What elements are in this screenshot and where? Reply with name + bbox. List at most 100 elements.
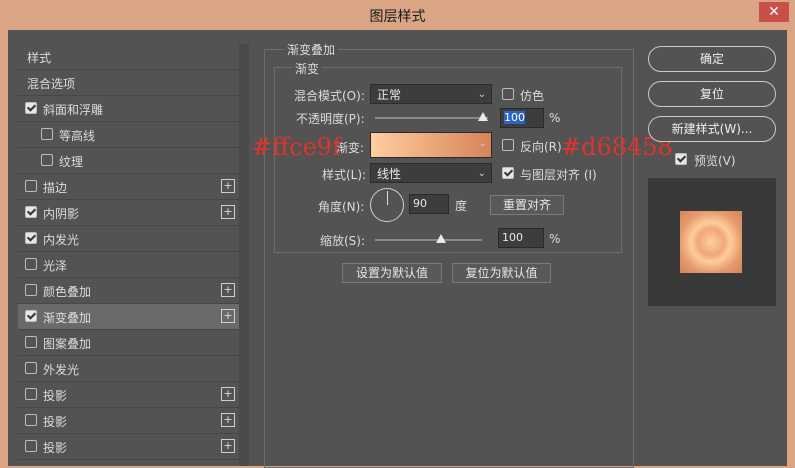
- style-list-item-label: 内发光: [43, 233, 80, 247]
- reverse-label: 反向(R): [520, 140, 562, 154]
- reset-button[interactable]: 复位: [648, 81, 776, 107]
- chevron-down-icon: ⌄: [477, 168, 486, 179]
- style-checkbox[interactable]: [25, 362, 37, 374]
- style-list-scrollbar[interactable]: [239, 44, 249, 466]
- style-list-item-label: 渐变叠加: [43, 311, 92, 325]
- style-list-item[interactable]: 光泽: [18, 252, 239, 278]
- angle-input[interactable]: 90: [409, 194, 449, 214]
- scale-unit: %: [549, 232, 561, 246]
- style-list-item[interactable]: 投影 +: [18, 408, 239, 434]
- add-effect-icon[interactable]: +: [221, 179, 235, 193]
- add-effect-icon[interactable]: +: [221, 283, 235, 297]
- dither-checkbox[interactable]: [502, 88, 514, 100]
- opacity-unit: %: [549, 111, 561, 125]
- ok-button[interactable]: 确定: [648, 46, 776, 72]
- style-label: 样式(L):: [322, 168, 367, 182]
- angle-dial[interactable]: [370, 188, 404, 222]
- scale-label: 缩放(S):: [320, 234, 366, 248]
- style-list-item[interactable]: 内阴影 +: [18, 200, 239, 226]
- style-checkbox[interactable]: [25, 414, 37, 426]
- style-list-item-label: 等高线: [59, 129, 96, 143]
- opacity-slider-thumb[interactable]: [478, 112, 488, 121]
- style-checkbox[interactable]: [25, 232, 37, 244]
- style-list-item-label: 内阴影: [43, 207, 80, 221]
- style-checkbox[interactable]: [25, 258, 37, 270]
- dialog-body: 样式混合选项斜面和浮雕等高线纹理描边 + 内阴影 + 内发光光泽颜色叠加 + 渐变叠加 + 图案…: [8, 30, 787, 468]
- section-title: 渐变叠加: [284, 41, 339, 58]
- align-with-layer-checkbox[interactable]: [502, 167, 514, 179]
- style-list-item[interactable]: 混合选项: [18, 70, 239, 96]
- reset-align-button[interactable]: 重置对齐: [490, 195, 564, 215]
- preview-label: 预览(V): [694, 154, 736, 168]
- style-checkbox[interactable]: [41, 128, 53, 140]
- style-checkbox[interactable]: [25, 180, 37, 192]
- style-list-item[interactable]: 等高线: [18, 122, 239, 148]
- style-list-item[interactable]: 图案叠加: [18, 330, 239, 356]
- style-list-item-label: 光泽: [43, 259, 68, 273]
- style-checkbox[interactable]: [25, 284, 37, 296]
- opacity-input[interactable]: 100: [500, 108, 544, 128]
- style-list-item-label: 投影: [43, 441, 68, 455]
- window-title: 图层样式: [369, 9, 426, 25]
- sub-title: 渐变: [292, 60, 323, 77]
- set-default-button[interactable]: 设置为默认值: [342, 263, 442, 283]
- style-list-item-label: 投影: [43, 415, 68, 429]
- style-list-item[interactable]: 描边 +: [18, 174, 239, 200]
- opacity-label: 不透明度(P):: [296, 112, 365, 126]
- style-list-item-label: 颜色叠加: [43, 285, 92, 299]
- new-style-button[interactable]: 新建样式(W)...: [648, 116, 776, 142]
- style-list-item[interactable]: 内发光: [18, 226, 239, 252]
- preview-swatch: [680, 211, 742, 273]
- style-list-item-label: 样式: [27, 51, 52, 65]
- blend-mode-select[interactable]: 正常 ⌄: [370, 84, 492, 104]
- style-list-item-label: 描边: [43, 181, 68, 195]
- style-list-item[interactable]: 颜色叠加 +: [18, 278, 239, 304]
- style-list-item[interactable]: 投影 +: [18, 382, 239, 408]
- reverse-checkbox[interactable]: [502, 139, 514, 151]
- add-effect-icon[interactable]: +: [221, 387, 235, 401]
- style-checkbox[interactable]: [25, 336, 37, 348]
- style-list: 样式混合选项斜面和浮雕等高线纹理描边 + 内阴影 + 内发光光泽颜色叠加 + 渐变叠加 + 图案…: [18, 44, 239, 466]
- preview-checkbox[interactable]: [675, 153, 687, 165]
- style-list-item[interactable]: 斜面和浮雕: [18, 96, 239, 122]
- add-effect-icon[interactable]: +: [221, 413, 235, 427]
- annotation-start-color: #ffce9f: [252, 133, 341, 161]
- style-checkbox[interactable]: [41, 154, 53, 166]
- scale-input[interactable]: 100: [498, 228, 544, 248]
- opacity-slider[interactable]: [375, 117, 488, 119]
- style-list-item-label: 混合选项: [27, 77, 76, 91]
- add-effect-icon[interactable]: +: [221, 205, 235, 219]
- style-list-item[interactable]: 投影 +: [18, 434, 239, 460]
- style-preview: [648, 178, 776, 306]
- align-with-layer-label: 与图层对齐 (I): [520, 168, 597, 182]
- angle-label: 角度(N):: [318, 200, 365, 214]
- chevron-down-icon: ⌄: [478, 138, 487, 149]
- angle-unit: 度: [455, 199, 468, 213]
- style-select[interactable]: 线性 ⌄: [370, 163, 492, 183]
- style-list-item[interactable]: 样式: [18, 44, 239, 70]
- add-effect-icon[interactable]: +: [221, 439, 235, 453]
- style-checkbox[interactable]: [25, 440, 37, 452]
- style-list-item[interactable]: 渐变叠加 +: [18, 304, 239, 330]
- style-list-item[interactable]: 纹理: [18, 148, 239, 174]
- blend-mode-value: 正常: [377, 88, 402, 102]
- style-checkbox[interactable]: [25, 102, 37, 114]
- style-checkbox[interactable]: [25, 388, 37, 400]
- style-list-item-label: 图案叠加: [43, 337, 92, 351]
- style-list-item-label: 斜面和浮雕: [43, 103, 104, 117]
- close-button[interactable]: ✕: [759, 2, 789, 22]
- scale-slider-thumb[interactable]: [436, 234, 446, 243]
- style-list-item-label: 纹理: [59, 155, 84, 169]
- reset-default-button[interactable]: 复位为默认值: [452, 263, 551, 283]
- style-value: 线性: [377, 167, 402, 181]
- style-list-item-label: 外发光: [43, 363, 80, 377]
- style-list-item-label: 投影: [43, 389, 68, 403]
- dither-label: 仿色: [520, 89, 545, 103]
- style-list-item[interactable]: 外发光: [18, 356, 239, 382]
- scale-slider[interactable]: [375, 239, 482, 241]
- style-checkbox[interactable]: [25, 206, 37, 218]
- gradient-dropdown[interactable]: ⌄: [460, 134, 492, 154]
- add-effect-icon[interactable]: +: [221, 309, 235, 323]
- style-checkbox[interactable]: [25, 310, 37, 322]
- chevron-down-icon: ⌄: [477, 89, 486, 100]
